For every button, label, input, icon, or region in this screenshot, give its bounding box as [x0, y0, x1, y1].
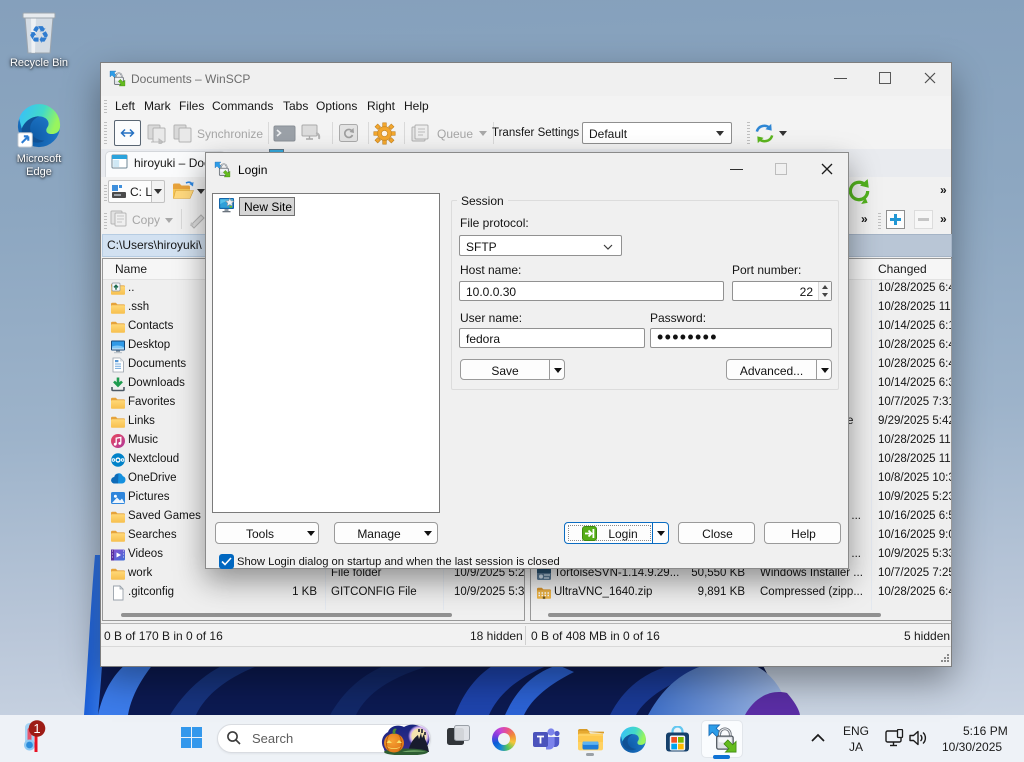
svg-text:1: 1 [33, 721, 40, 736]
svg-text:♻: ♻ [28, 22, 50, 49]
